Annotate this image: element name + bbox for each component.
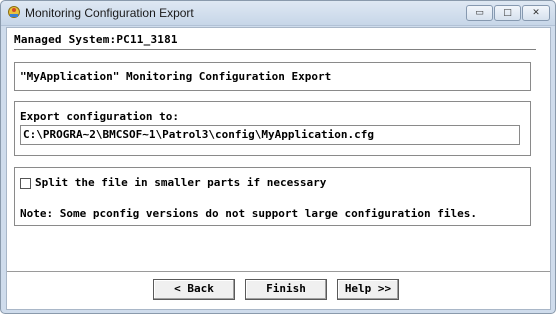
export-path-input[interactable]: C:\PROGRA~2\BMCSOF~1\Patrol3\config\MyAp… [20, 125, 520, 145]
back-button[interactable]: < Back [153, 279, 235, 300]
dialog-body: Managed System:PC11_3181 "MyApplication"… [6, 27, 551, 310]
dialog-window: Monitoring Configuration Export ▭ □ ✕ Ma… [0, 0, 556, 314]
title-bar[interactable]: Monitoring Configuration Export ▭ □ ✕ [1, 1, 555, 26]
minimize-icon: ▭ [475, 8, 484, 18]
help-button[interactable]: Help >> [337, 279, 399, 300]
section-title: "MyApplication" Monitoring Configuration… [20, 70, 332, 83]
export-panel: Export configuration to: C:\PROGRA~2\BMC… [14, 101, 531, 156]
app-icon [8, 6, 20, 18]
header-divider [14, 49, 536, 51]
finish-button[interactable]: Finish [245, 279, 327, 300]
minimize-button[interactable]: ▭ [466, 5, 493, 21]
maximize-button[interactable]: □ [494, 5, 521, 21]
close-button[interactable]: ✕ [522, 5, 550, 21]
split-checkbox[interactable] [20, 178, 31, 189]
split-panel: Split the file in smaller parts if neces… [14, 167, 531, 226]
footer-divider [7, 271, 550, 272]
title-panel: "MyApplication" Monitoring Configuration… [14, 62, 531, 91]
note-text: Note: Some pconfig versions do not suppo… [20, 207, 477, 220]
close-icon: ✕ [532, 8, 540, 18]
maximize-icon: □ [503, 8, 512, 18]
export-label: Export configuration to: [20, 110, 179, 123]
split-checkbox-label[interactable]: Split the file in smaller parts if neces… [35, 176, 326, 189]
managed-system-label: Managed System:PC11_3181 [14, 33, 178, 46]
window-title: Monitoring Configuration Export [25, 6, 194, 20]
